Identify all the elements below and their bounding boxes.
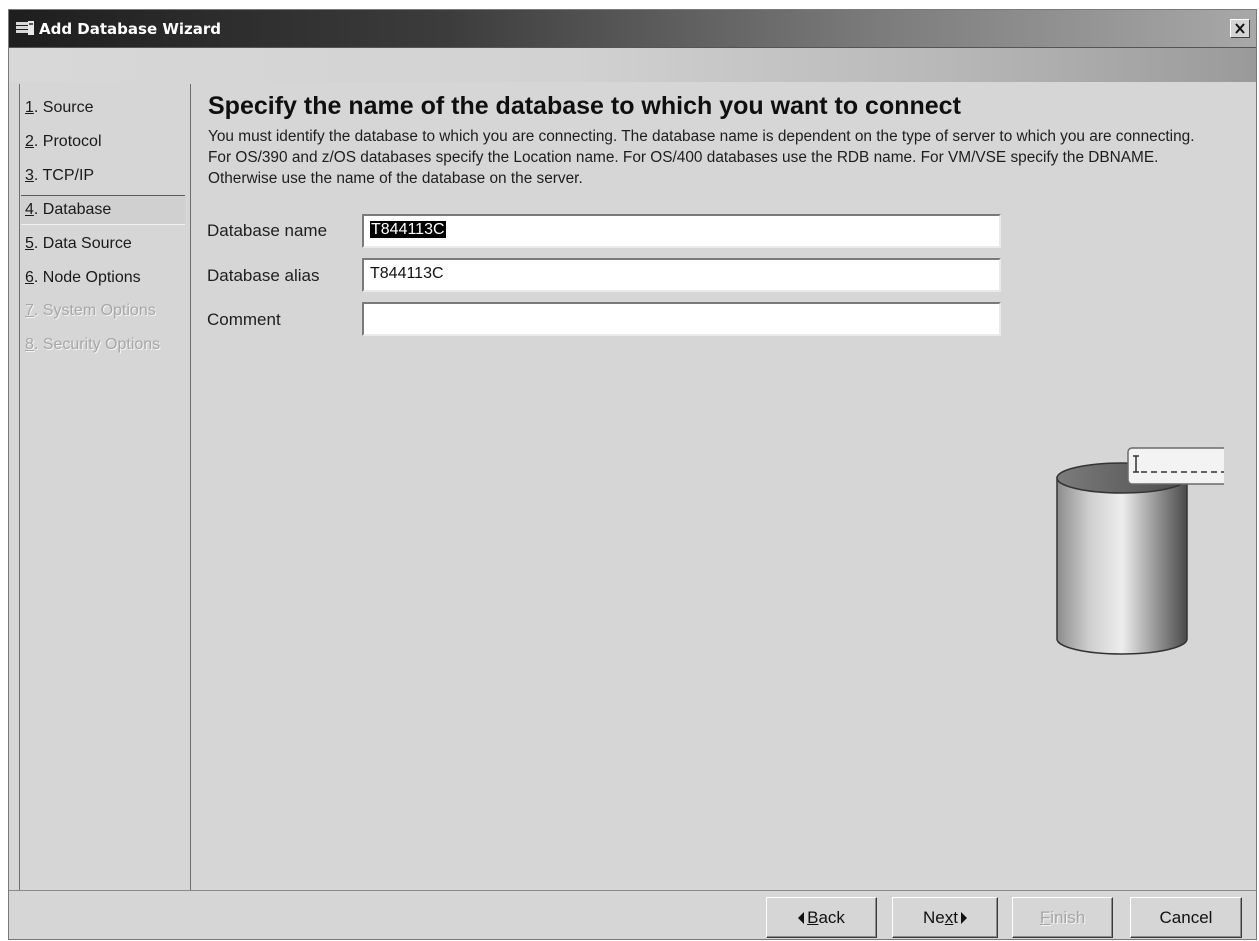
nav-step-label: . System Options <box>33 302 156 319</box>
finish-label: inish <box>1050 907 1086 927</box>
nav-step-tcpip[interactable]: 3. TCP/IP <box>21 162 185 192</box>
nav-step-data-source[interactable]: 5. Data Source <box>21 230 185 260</box>
database-cylinder-icon <box>1056 447 1224 655</box>
cancel-button[interactable]: Cancel <box>1130 897 1242 938</box>
nav-step-security-options: 8. Security Options <box>21 331 185 361</box>
back-button[interactable]: Back <box>766 897 877 938</box>
nav-step-number: 1 <box>25 99 34 116</box>
nav-step-system-options: 7. System Options <box>21 297 185 327</box>
nav-step-protocol[interactable]: 2. Protocol <box>21 128 185 158</box>
comment-label: Comment <box>207 310 281 329</box>
database-name-label: Database name <box>207 221 328 240</box>
finish-button: Finish <box>1012 897 1113 938</box>
back-mnemonic: B <box>807 907 819 927</box>
close-icon <box>1235 23 1245 34</box>
nav-step-label: . Security Options <box>33 336 161 353</box>
back-label: ack <box>818 907 845 927</box>
page-description: You must identify the database to which … <box>208 128 1195 187</box>
comment-input[interactable] <box>362 302 1001 336</box>
nav-step-label: . Protocol <box>33 133 102 150</box>
add-database-wizard-window: Add Database Wizard 1. Source 2. Protoco… <box>8 9 1257 940</box>
next-button[interactable]: Ne x t <box>892 897 998 938</box>
wizard-app-icon <box>16 21 34 35</box>
database-name-input[interactable]: T844113C <box>362 214 1001 248</box>
nav-step-number: 8 <box>25 336 34 353</box>
nav-step-source[interactable]: 1. Source <box>21 94 185 124</box>
nav-step-number: 7 <box>25 302 34 319</box>
wizard-step-nav: 1. Source 2. Protocol 3. TCP/IP 4. Datab… <box>19 84 191 890</box>
close-button[interactable] <box>1230 19 1250 38</box>
next-label-start: Ne <box>923 907 945 927</box>
nav-step-label: . Source <box>33 99 94 116</box>
title-bar[interactable]: Add Database Wizard <box>9 10 1256 48</box>
nav-step-label: . Data Source <box>33 235 132 252</box>
arrow-left-icon <box>798 911 805 924</box>
nav-step-label: . Node Options <box>33 269 141 286</box>
database-name-selected-text: T844113C <box>370 221 446 238</box>
nav-step-number: 4 <box>25 201 34 218</box>
arrow-right-icon <box>960 911 967 924</box>
nav-step-label: . Database <box>33 201 112 218</box>
nav-step-number: 3 <box>25 167 34 184</box>
database-alias-input[interactable]: T844113C <box>362 258 1001 292</box>
finish-mnemonic: F <box>1039 907 1051 927</box>
nav-step-number: 5 <box>25 235 34 252</box>
wizard-content-panel: Specify the name of the database to whic… <box>192 84 1258 890</box>
nav-step-number: 2 <box>25 133 34 150</box>
nav-step-node-options[interactable]: 6. Node Options <box>21 264 185 294</box>
page-title: Specify the name of the database to whic… <box>208 92 961 120</box>
nav-step-label: . TCP/IP <box>33 167 95 184</box>
nav-step-database[interactable]: 4. Database <box>21 195 185 225</box>
database-alias-label: Database alias <box>207 266 320 285</box>
nav-step-number: 6 <box>25 269 34 286</box>
next-mnemonic: x <box>944 907 954 927</box>
header-banner <box>9 48 1256 82</box>
window-title: Add Database Wizard <box>39 20 222 38</box>
next-label-end: t <box>953 907 958 927</box>
